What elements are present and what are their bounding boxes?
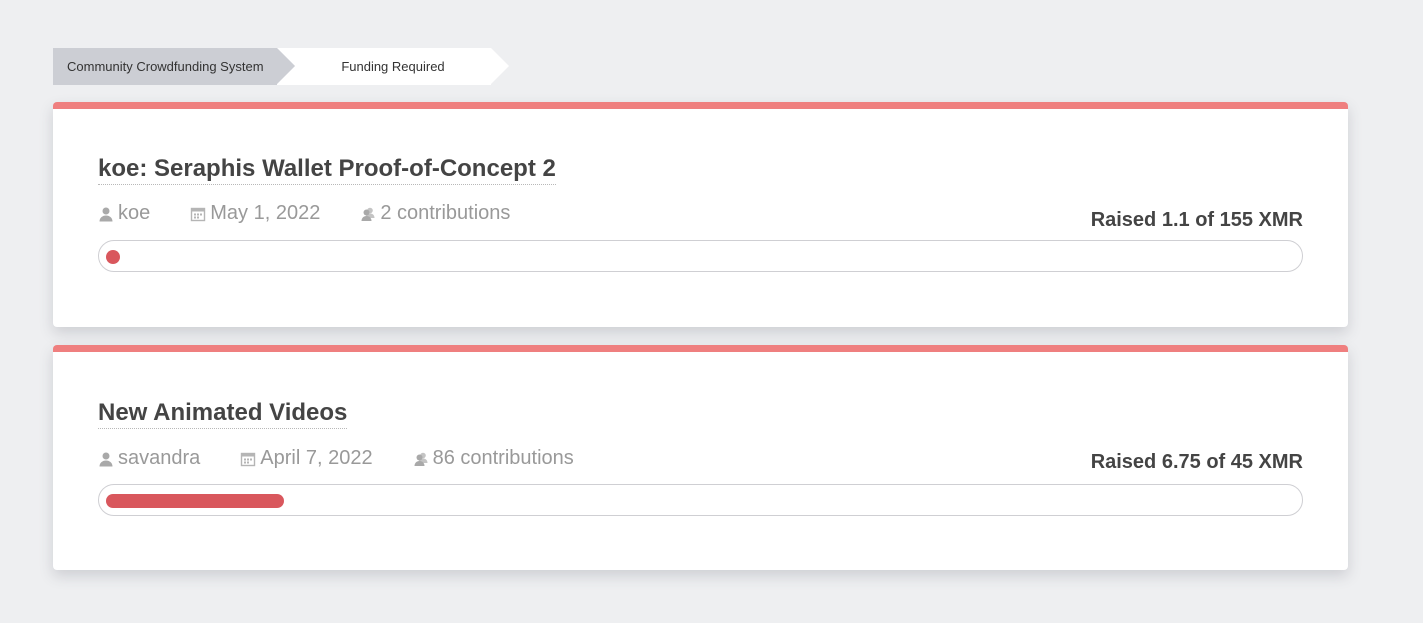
funding-progress-bar [98,484,1303,516]
proposal-title-link[interactable]: koe: Seraphis Wallet Proof-of-Concept 2 [98,154,556,185]
raised-amount: Raised 1.1 of 155 XMR [1090,209,1303,231]
proposal-title-link[interactable]: New Animated Videos [98,398,348,429]
funding-progress-bar [98,240,1303,272]
contributions-count: 86 contributions [432,447,574,469]
user-icon [99,452,113,466]
funding-progress-fill [106,250,120,264]
user-icon [99,207,113,221]
author: savandra [98,447,200,470]
proposal-card: koe: Seraphis Wallet Proof-of-Concept 2 … [53,102,1348,327]
contributions-count: 2 contributions [380,202,511,224]
date: May 1, 2022 [190,202,320,225]
proposal-meta: koe May 1, 2022 2 contributions [98,202,550,225]
breadcrumb: Community Crowdfunding System Funding Re… [53,48,509,85]
breadcrumb-item-current[interactable]: Funding Required [277,48,509,85]
contributions: 2 contributions [360,202,510,225]
raised-amount: Raised 6.75 of 45 XMR [1090,451,1303,473]
calendar-icon [241,452,256,466]
funding-progress-fill [106,494,284,508]
breadcrumb-label: Funding Required [341,59,445,74]
author: koe [98,202,150,225]
contributions: 86 contributions [413,447,574,470]
author-name: koe [118,202,151,224]
date: April 7, 2022 [240,447,373,470]
calendar-icon [191,207,206,221]
breadcrumb-item-home[interactable]: Community Crowdfunding System [53,48,295,85]
breadcrumb-label: Community Crowdfunding System [67,59,264,74]
date-text: May 1, 2022 [210,202,321,224]
users-icon [361,207,375,221]
date-text: April 7, 2022 [260,447,373,469]
users-icon [414,452,428,466]
proposal-meta: savandra April 7, 2022 86 contributions [98,447,614,470]
author-name: savandra [118,447,201,469]
proposal-card: New Animated Videos savandra April 7, 20… [53,345,1348,570]
